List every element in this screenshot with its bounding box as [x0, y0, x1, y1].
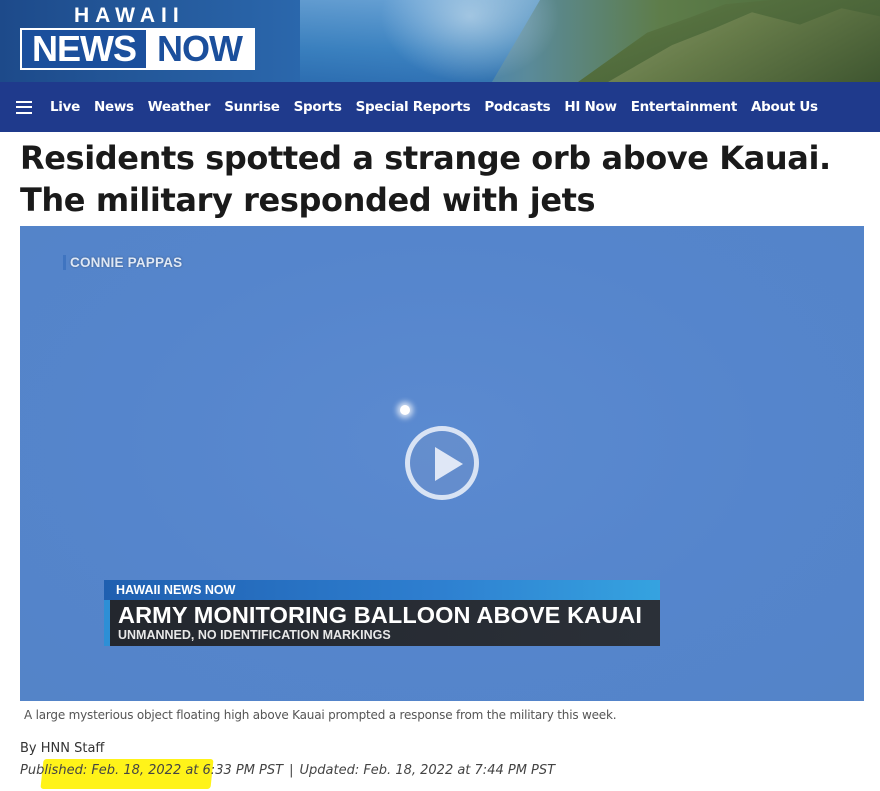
site-logo[interactable]: HAWAII NEWS NOW — [20, 4, 255, 70]
video-credit: CONNIE PAPPAS — [63, 255, 182, 270]
nav-item-sports[interactable]: Sports — [294, 99, 342, 115]
lower-third-headline: ARMY MONITORING BALLOON ABOVE KAUAI — [118, 602, 642, 628]
lower-third: HAWAII NEWS NOW ARMY MONITORING BALLOON … — [104, 580, 660, 646]
logo-hawaii: HAWAII — [74, 4, 185, 27]
nav-item-podcasts[interactable]: Podcasts — [484, 99, 550, 115]
nav-item-about-us[interactable]: About Us — [751, 99, 818, 115]
header-banner: HAWAII NEWS NOW — [0, 0, 880, 82]
logo-now: NOW — [146, 30, 253, 68]
article-headline: Residents spotted a strange orb above Ka… — [20, 139, 831, 219]
orb-object — [400, 405, 410, 415]
article-dates: Published: Feb. 18, 2022 at 6:33 PM PST |… — [20, 763, 555, 778]
nav-item-news[interactable]: News — [94, 99, 134, 115]
date-separator: | — [289, 763, 294, 778]
nav-item-sunrise[interactable]: Sunrise — [224, 99, 280, 115]
updated-date: Updated: Feb. 18, 2022 at 7:44 PM PST — [299, 763, 556, 778]
main-nav: Live News Weather Sunrise Sports Special… — [0, 82, 880, 132]
video-caption: A large mysterious object floating high … — [24, 708, 617, 722]
nav-item-weather[interactable]: Weather — [148, 99, 211, 115]
lower-third-station: HAWAII NEWS NOW — [104, 580, 660, 600]
video-player[interactable]: CONNIE PAPPAS HAWAII NEWS NOW ARMY MONIT… — [20, 226, 864, 701]
play-icon[interactable] — [405, 426, 479, 500]
nav-item-live[interactable]: Live — [50, 99, 80, 115]
byline[interactable]: By HNN Staff — [20, 741, 104, 756]
banner-haze — [380, 0, 560, 82]
nav-item-entertainment[interactable]: Entertainment — [631, 99, 738, 115]
lower-third-body: ARMY MONITORING BALLOON ABOVE KAUAI UNMA… — [104, 600, 660, 646]
nav-item-special-reports[interactable]: Special Reports — [356, 99, 471, 115]
hamburger-icon[interactable] — [16, 100, 32, 114]
published-date: Published: Feb. 18, 2022 at 6:33 PM PST — [20, 763, 284, 778]
nav-item-hi-now[interactable]: HI Now — [564, 99, 617, 115]
logo-box: NEWS NOW — [20, 28, 255, 70]
lower-third-subhead: UNMANNED, NO IDENTIFICATION MARKINGS — [118, 628, 391, 642]
logo-news: NEWS — [22, 30, 146, 68]
